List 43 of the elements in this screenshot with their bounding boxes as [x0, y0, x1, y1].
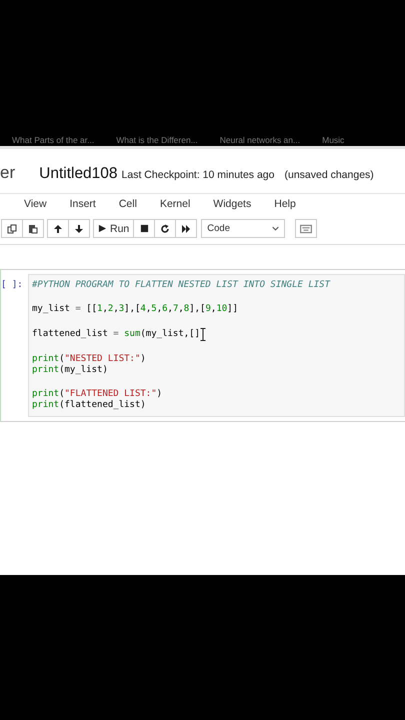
stop-button[interactable]	[133, 219, 156, 238]
code-line: print("FLATTENED LIST:")	[32, 389, 164, 400]
code-editor[interactable]	[28, 274, 405, 417]
menu-item[interactable]: Cell	[118, 198, 137, 210]
play-icon	[98, 224, 107, 233]
move-up-button[interactable]	[47, 219, 69, 238]
clipboard-icon	[28, 224, 38, 234]
save-status: (unsaved changes)	[284, 169, 374, 181]
bookmark[interactable]: Music	[322, 134, 344, 146]
bookmark[interactable]: What is the Differen...	[116, 134, 198, 146]
code-line: print("NESTED LIST:")	[32, 354, 147, 365]
cell-type-select[interactable]: Code	[201, 219, 286, 238]
code-line: #PYTHON PROGRAM TO FLATTEN NESTED LIST INTO SINGLE LIST	[32, 280, 332, 291]
copy-button[interactable]	[1, 219, 23, 238]
arrow-down-icon	[74, 224, 84, 234]
logo-text[interactable]: er	[0, 163, 16, 183]
bookmark[interactable]: Neural networks an...	[220, 134, 300, 146]
code-line: print(my_list)	[32, 365, 109, 376]
run-button[interactable]: Run	[93, 219, 134, 238]
menu-item[interactable]: Kernel	[160, 198, 190, 210]
copy-icon	[7, 224, 17, 234]
keyboard-button[interactable]	[295, 219, 318, 238]
bookmark[interactable]: What Parts of the ar...	[12, 134, 94, 146]
restart-icon	[160, 224, 170, 234]
fast-forward-icon	[181, 224, 192, 234]
code-line: print(flattened_list)	[32, 400, 147, 411]
arrow-up-icon	[53, 224, 63, 234]
menu-item[interactable]: Help	[274, 198, 296, 210]
cell-prompt: [ ]:	[1, 279, 24, 292]
keyboard-icon	[300, 222, 312, 234]
stop-icon	[140, 224, 149, 233]
restart-button[interactable]	[154, 219, 176, 238]
menu-item[interactable]: Widgets	[213, 198, 252, 210]
menu-item[interactable]: Insert	[70, 198, 96, 210]
fast-forward-button[interactable]	[175, 219, 198, 238]
paste-button[interactable]	[22, 219, 44, 238]
checkpoint-text: Last Checkpoint: 10 minutes ago	[122, 169, 274, 181]
notebook-title[interactable]: Untitled108	[39, 165, 118, 183]
code-line: flattened_list = sum(my_list,[]	[32, 328, 401, 341]
chevron-down-icon	[272, 225, 280, 232]
menu-item[interactable]: View	[24, 198, 47, 210]
move-down-button[interactable]	[68, 219, 90, 238]
code-line: my_list = [[1,2,3],[4,5,6,7,8],[9,10]]	[32, 304, 240, 315]
